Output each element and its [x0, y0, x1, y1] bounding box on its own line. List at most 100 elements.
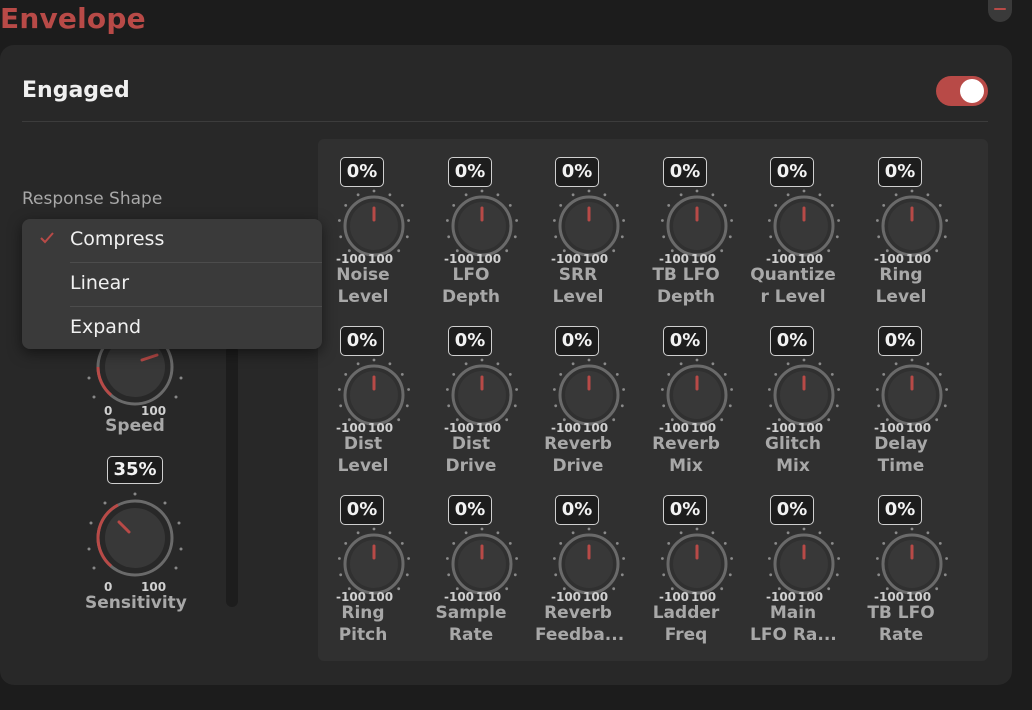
mod-knob-cell[interactable]: 0% -100 100 Ring Level	[858, 139, 966, 308]
mod-value[interactable]: 0%	[878, 157, 922, 187]
mod-value[interactable]: 0%	[555, 495, 599, 525]
mod-knob-cell[interactable]: 0% -100 100 Glitch Mix	[750, 308, 858, 477]
checkmark-icon	[40, 232, 54, 244]
mod-knob-cell[interactable]: 0% -100 100 LFO Depth	[428, 139, 536, 308]
mod-knob-cell[interactable]: 0% -100 100 Ring Pitch	[320, 477, 428, 646]
mod-label: Reverb Drive	[535, 433, 621, 477]
minimize-icon[interactable]	[988, 0, 1012, 22]
mod-value[interactable]: 0%	[448, 326, 492, 356]
mod-label-line1: Ring	[879, 265, 923, 285]
response-shape-dropdown[interactable]: Compress Linear Expand	[22, 219, 322, 349]
mod-label-line1: Glitch	[765, 434, 821, 454]
mod-label: Ring Level	[858, 264, 944, 308]
mod-knob-cell[interactable]: 0% -100 100 Ladder Freq	[643, 477, 751, 646]
mod-label-line1: Ring	[341, 603, 385, 623]
mod-label-line2: Mix	[669, 456, 703, 476]
mod-label-line2: Rate	[448, 625, 494, 645]
mod-label-line1: Ladder	[652, 603, 720, 623]
sensitivity-min-label: 0	[104, 580, 113, 594]
mod-knob-cell[interactable]: 0% -100 100 Dist Drive	[428, 308, 536, 477]
sensitivity-value[interactable]: 35%	[107, 456, 163, 484]
mod-label: LFO Depth	[428, 264, 514, 308]
dropdown-option-compress[interactable]: Compress	[22, 219, 322, 263]
mod-value[interactable]: 0%	[663, 326, 707, 356]
dropdown-option-label: Expand	[70, 316, 142, 338]
mod-value[interactable]: 0%	[770, 326, 814, 356]
mod-label: Dist Level	[320, 433, 406, 477]
response-shape-label: Response Shape	[22, 189, 163, 209]
mod-knob-cell[interactable]: 0% -100 100 Reverb Drive	[535, 308, 643, 477]
mod-knob-cell[interactable]: 0% -100 100 Reverb Feedba...	[535, 477, 643, 646]
mod-value[interactable]: 0%	[448, 495, 492, 525]
mod-value[interactable]: 0%	[878, 326, 922, 356]
mod-label-line1: SRR	[558, 265, 598, 285]
dropdown-option-linear[interactable]: Linear	[22, 263, 322, 307]
mod-label: Dist Drive	[428, 433, 514, 477]
mod-label: Delay Time	[858, 433, 944, 477]
mod-label-line1: Reverb	[544, 434, 612, 454]
mod-knob-cell[interactable]: 0% -100 100 TB LFO Depth	[643, 139, 751, 308]
mod-value[interactable]: 0%	[663, 495, 707, 525]
mod-label-line1: Sample	[435, 603, 507, 623]
mod-label: Quantize r Level	[750, 264, 836, 308]
header-divider	[22, 121, 988, 122]
mod-label-line2: Pitch	[338, 625, 388, 645]
mod-label-line2: Time	[877, 456, 925, 476]
mod-label: Main LFO Ra...	[750, 602, 837, 646]
mod-label-line1: Quantize	[750, 265, 836, 285]
mod-value[interactable]: 0%	[555, 326, 599, 356]
mod-label: TB LFO Depth	[643, 264, 729, 308]
mod-label-line2: Freq	[664, 625, 708, 645]
mod-label: Ring Pitch	[320, 602, 406, 646]
mod-value[interactable]: 0%	[448, 157, 492, 187]
mod-label-line1: Dist	[343, 434, 383, 454]
mod-label-line1: Reverb	[544, 603, 612, 623]
mod-knob-cell[interactable]: 0% -100 100 Dist Level	[320, 308, 428, 477]
mod-label-line1: Reverb	[652, 434, 720, 454]
mod-label-line1: Dist	[451, 434, 491, 454]
mod-knob-cell[interactable]: 0% -100 100 Delay Time	[858, 308, 966, 477]
mod-label-line2: Drive	[445, 456, 497, 476]
left-scrollbar[interactable]	[226, 345, 238, 607]
mod-value[interactable]: 0%	[770, 157, 814, 187]
mod-label-line2: LFO Ra...	[750, 625, 837, 645]
dropdown-option-expand[interactable]: Expand	[22, 307, 322, 351]
mod-knob-cell[interactable]: 0% -100 100 SRR Level	[535, 139, 643, 308]
mod-label-line2: r Level	[760, 287, 826, 307]
mod-label: Reverb Mix	[643, 433, 729, 477]
mod-value[interactable]: 0%	[878, 495, 922, 525]
mod-value[interactable]: 0%	[340, 495, 384, 525]
envelope-title: Envelope	[0, 2, 146, 35]
mod-label: SRR Level	[535, 264, 621, 308]
mod-label-line2: Level	[875, 287, 927, 307]
mod-label-line1: Noise	[336, 265, 390, 285]
mod-label-line1: Delay	[874, 434, 928, 454]
sensitivity-label: Sensitivity	[85, 593, 187, 613]
modulation-grid: 0% -100 100 Noise Level 0% -100 100 LFO Depth 0% -1…	[318, 139, 988, 661]
mod-value[interactable]: 0%	[340, 326, 384, 356]
mod-knob-cell[interactable]: 0% -100 100 TB LFO Rate	[858, 477, 966, 646]
mod-label-line1: Main	[769, 603, 817, 623]
mod-knob-cell[interactable]: 0% -100 100 Sample Rate	[428, 477, 536, 646]
mod-label-line1: LFO	[452, 265, 490, 285]
mod-label: Noise Level	[320, 264, 406, 308]
envelope-panel: Engaged Response Shape 0 100 Speed 35% 0…	[0, 45, 1012, 685]
mod-value[interactable]: 0%	[663, 157, 707, 187]
mod-label: Sample Rate	[428, 602, 514, 646]
mod-knob-cell[interactable]: 0% -100 100 Quantize r Level	[750, 139, 858, 308]
mod-label-line1: TB LFO	[652, 265, 720, 285]
mod-value[interactable]: 0%	[770, 495, 814, 525]
mod-knob-cell[interactable]: 0% -100 100 Noise Level	[320, 139, 428, 308]
engaged-toggle[interactable]	[936, 76, 988, 106]
mod-label-line2: Depth	[656, 287, 716, 307]
sensitivity-knob[interactable]: 0 100 Sensitivity	[85, 485, 187, 615]
mod-knob-cell[interactable]: 0% -100 100 Main LFO Ra...	[750, 477, 858, 646]
speed-label: Speed	[105, 416, 165, 436]
mod-label-line2: Mix	[776, 456, 810, 476]
mod-value[interactable]: 0%	[340, 157, 384, 187]
mod-label-line2: Drive	[552, 456, 604, 476]
mod-value[interactable]: 0%	[555, 157, 599, 187]
toggle-thumb	[960, 79, 984, 103]
mod-knob-cell[interactable]: 0% -100 100 Reverb Mix	[643, 308, 751, 477]
mod-label: TB LFO Rate	[858, 602, 944, 646]
